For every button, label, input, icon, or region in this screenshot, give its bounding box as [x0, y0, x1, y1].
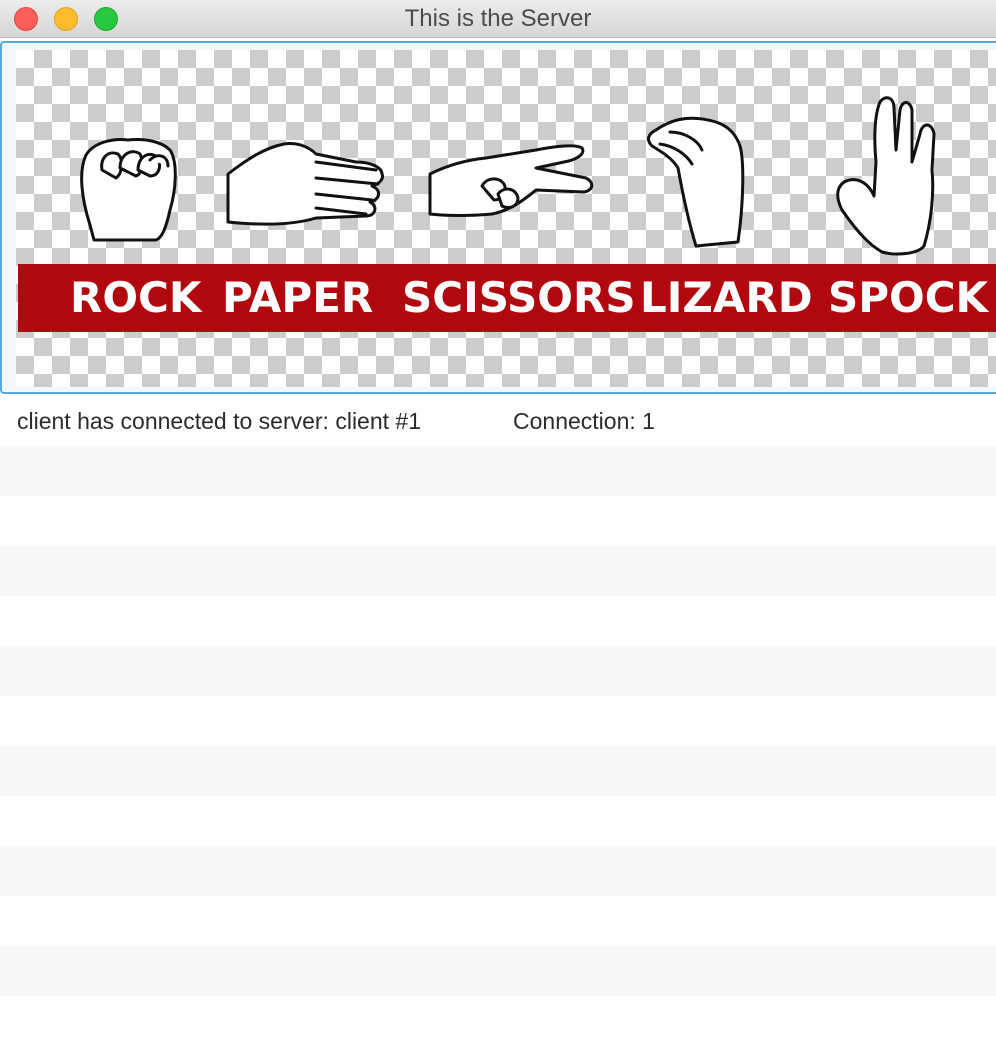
list-item[interactable] [0, 846, 996, 896]
spock-hand-icon [836, 96, 936, 256]
list-item[interactable] [0, 696, 996, 746]
list-item[interactable] [0, 996, 996, 1046]
list-item[interactable] [0, 746, 996, 796]
banner-word-rock: ROCK [70, 273, 202, 322]
list-item[interactable] [0, 896, 996, 946]
status-row: client has connected to server: client #… [0, 396, 996, 446]
lizard-hand-icon [647, 116, 745, 248]
list-item[interactable] [0, 946, 996, 996]
connection-count: Connection: 1 [513, 408, 655, 434]
banner-word-paper: PAPER [222, 273, 374, 322]
status-message: client has connected to server: client #… [17, 408, 422, 434]
hand-gestures-illustration [80, 96, 936, 256]
rock-fist-icon [80, 138, 177, 242]
banner-word-lizard: LIZARD [640, 273, 813, 322]
game-banner-image: ROCK PAPER SCISSORS LIZARD SPOCK [16, 50, 996, 387]
game-image-frame: ROCK PAPER SCISSORS LIZARD SPOCK [0, 41, 996, 394]
list-item[interactable] [0, 646, 996, 696]
window-title: This is the Server [404, 5, 592, 32]
banner-word-spock: SPOCK [828, 273, 989, 322]
banner-word-scissors: SCISSORS [402, 273, 636, 322]
list-item[interactable] [0, 546, 996, 596]
paper-flat-hand-icon [226, 142, 384, 226]
list-item[interactable] [0, 596, 996, 646]
gesture-banner: ROCK PAPER SCISSORS LIZARD SPOCK [18, 264, 996, 332]
list-item[interactable] [0, 496, 996, 546]
log-list[interactable] [0, 446, 996, 1046]
title-bar: This is the Server [0, 0, 996, 38]
list-item[interactable] [0, 796, 996, 846]
scissors-hand-icon [428, 144, 594, 217]
list-item[interactable] [0, 446, 996, 496]
